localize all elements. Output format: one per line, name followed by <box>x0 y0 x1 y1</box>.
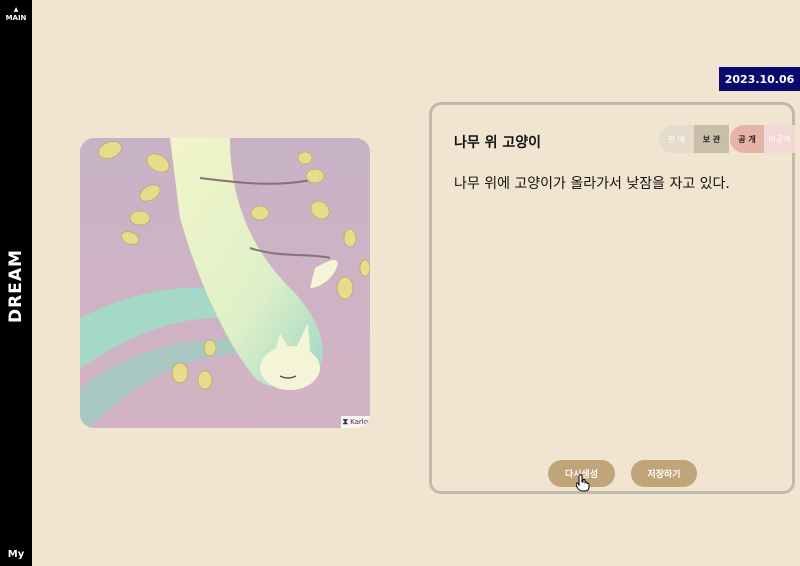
hand-cursor-icon <box>576 474 590 492</box>
date-badge: 2023.10.06 <box>719 67 800 91</box>
dream-card: 나무 위 고양이 판 매 보 관 공 개 비공개 나무 위에 고양이가 올라가서… <box>429 102 795 494</box>
watermark: ⧗ Karlo <box>340 416 370 428</box>
nav-my-link[interactable]: My <box>0 549 32 560</box>
watermark-label: Karlo <box>350 418 368 426</box>
sidebar: ▲ MAIN DREAM My <box>0 0 32 566</box>
sell-keep-toggle: 판 매 보 관 <box>659 125 729 153</box>
dream-image: ⧗ Karlo <box>80 138 370 428</box>
dream-title: 나무 위 고양이 <box>454 135 542 151</box>
up-arrow-icon: ▲ <box>13 6 19 13</box>
visibility-toggle: 공 개 비공개 <box>730 125 795 153</box>
nav-main-link[interactable]: ▲ MAIN <box>0 6 32 22</box>
dream-description: 나무 위에 고양이가 올라가서 낮잠을 자고 있다. <box>454 176 730 192</box>
keep-option[interactable]: 보 관 <box>694 125 729 153</box>
hourglass-icon: ⧗ <box>342 417 349 426</box>
nav-main-label: MAIN <box>5 14 27 22</box>
tree-cat-illustration <box>80 138 370 428</box>
nav-dream-link[interactable]: DREAM <box>6 242 26 330</box>
private-option[interactable]: 비공개 <box>764 125 795 153</box>
public-option[interactable]: 공 개 <box>730 125 764 153</box>
save-button[interactable]: 저장하기 <box>631 460 697 487</box>
sell-option[interactable]: 판 매 <box>659 125 694 153</box>
